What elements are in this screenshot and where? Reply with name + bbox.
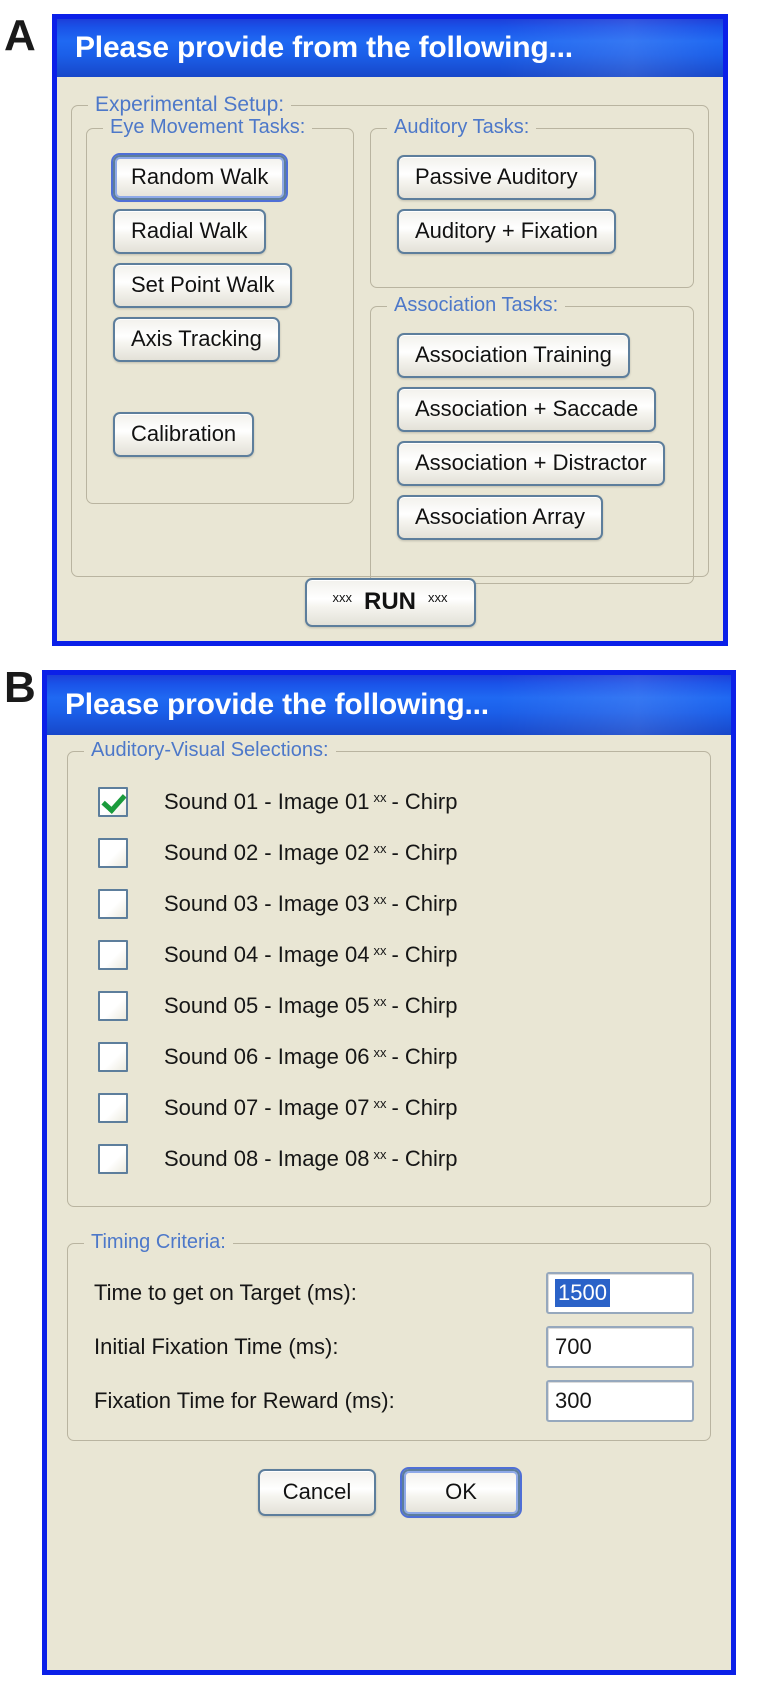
list-item-label: Sound 07 - Image 07 xx - Chirp: [164, 1094, 458, 1120]
eye-movement-column: Eye Movement Tasks: Random Walk Radial W…: [86, 116, 354, 584]
auditory-association-column: Auditory Tasks: Passive Auditory Auditor…: [370, 116, 694, 584]
checkbox-sound-08[interactable]: [98, 1143, 128, 1174]
list-item[interactable]: Sound 03 - Image 03 xx - Chirp: [68, 878, 710, 929]
checkbox-sound-03[interactable]: [98, 888, 128, 919]
time-to-target-input[interactable]: 1500: [546, 1272, 694, 1314]
dialog-a-title: Please provide from the following...: [75, 31, 573, 64]
row-association-distractor: Association + Distractor: [371, 441, 693, 486]
row-set-point-walk: Set Point Walk: [87, 263, 353, 308]
reward-fixation-input[interactable]: 300: [546, 1380, 694, 1422]
list-item[interactable]: Sound 08 - Image 08 xx - Chirp: [68, 1133, 710, 1184]
run-prefix: xxx: [332, 590, 353, 605]
group-auditory-tasks: Auditory Tasks: Passive Auditory Auditor…: [370, 116, 694, 288]
calibration-button[interactable]: Calibration: [113, 412, 255, 457]
initial-fixation-input[interactable]: 700: [546, 1326, 694, 1368]
group-experimental-setup-legend: Experimental Setup:: [88, 93, 292, 117]
set-point-walk-button[interactable]: Set Point Walk: [113, 263, 293, 308]
panel-label-b: B: [4, 663, 36, 712]
checkbox-sound-01[interactable]: [98, 786, 128, 817]
timing-row-initial-fixation: Initial Fixation Time (ms): 700: [68, 1320, 710, 1374]
time-to-target-label: Time to get on Target (ms):: [94, 1280, 357, 1305]
timing-row-reward-fixation: Fixation Time for Reward (ms): 300: [68, 1374, 710, 1428]
list-item-label: Sound 03 - Image 03 xx - Chirp: [164, 890, 458, 916]
run-suffix: xxx: [428, 590, 448, 605]
list-item-label: Sound 04 - Image 04 xx - Chirp: [164, 941, 458, 967]
list-item[interactable]: Sound 04 - Image 04 xx - Chirp: [68, 929, 710, 980]
list-item-label: Sound 06 - Image 06 xx - Chirp: [164, 1043, 458, 1069]
radial-walk-button[interactable]: Radial Walk: [113, 209, 266, 254]
association-training-button[interactable]: Association Training: [397, 333, 630, 378]
row-axis-tracking: Axis Tracking: [87, 317, 353, 362]
axis-tracking-button[interactable]: Axis Tracking: [113, 317, 280, 362]
association-plus-distractor-button[interactable]: Association + Distractor: [397, 441, 665, 486]
list-item[interactable]: Sound 07 - Image 07 xx - Chirp: [68, 1082, 710, 1133]
checkbox-sound-06[interactable]: [98, 1041, 128, 1072]
dialog-b-footer: Cancel OK: [67, 1469, 711, 1516]
initial-fixation-value: 700: [555, 1334, 592, 1359]
group-selections-legend: Auditory-Visual Selections:: [84, 739, 336, 762]
timing-row-target: Time to get on Target (ms): 1500: [68, 1266, 710, 1320]
list-item-label: Sound 08 - Image 08 xx - Chirp: [164, 1145, 458, 1171]
dialog-a-body: Experimental Setup: Eye Movement Tasks: …: [57, 77, 723, 641]
group-association-tasks: Association Tasks: Association Training …: [370, 294, 694, 584]
row-association-training: Association Training: [371, 333, 693, 378]
cancel-button[interactable]: Cancel: [258, 1469, 376, 1516]
setup-columns: Eye Movement Tasks: Random Walk Radial W…: [72, 106, 708, 584]
list-item[interactable]: Sound 02 - Image 02 xx - Chirp: [68, 827, 710, 878]
panel-label-a: A: [4, 11, 36, 60]
association-array-button[interactable]: Association Array: [397, 495, 603, 540]
row-calibration: Calibration: [87, 412, 353, 457]
group-timing-legend: Timing Criteria:: [84, 1231, 233, 1254]
group-auditory-legend: Auditory Tasks:: [387, 116, 537, 139]
checkbox-sound-04[interactable]: [98, 939, 128, 970]
ok-button[interactable]: OK: [402, 1469, 520, 1516]
reward-fixation-value: 300: [555, 1388, 592, 1413]
passive-auditory-button[interactable]: Passive Auditory: [397, 155, 596, 200]
list-item-label: Sound 02 - Image 02 xx - Chirp: [164, 839, 458, 865]
auditory-plus-fixation-button[interactable]: Auditory + Fixation: [397, 209, 616, 254]
list-item-label: Sound 01 - Image 01 xx - Chirp: [164, 788, 458, 814]
run-label: RUN: [364, 588, 416, 615]
list-item[interactable]: Sound 06 - Image 06 xx - Chirp: [68, 1031, 710, 1082]
row-auditory-fixation: Auditory + Fixation: [371, 209, 693, 254]
reward-fixation-label: Fixation Time for Reward (ms):: [94, 1388, 395, 1413]
row-association-saccade: Association + Saccade: [371, 387, 693, 432]
row-random-walk: Random Walk: [87, 155, 353, 200]
group-eye-movement-legend: Eye Movement Tasks:: [103, 116, 313, 139]
random-walk-button[interactable]: Random Walk: [113, 155, 287, 200]
dialog-experimental-setup: Please provide from the following... Exp…: [52, 14, 728, 646]
dialog-trial-parameters: Please provide the following... Auditory…: [42, 670, 736, 1675]
dialog-a-titlebar: Please provide from the following...: [57, 19, 723, 77]
group-experimental-setup: Experimental Setup: Eye Movement Tasks: …: [71, 93, 709, 584]
group-eye-movement-tasks: Eye Movement Tasks: Random Walk Radial W…: [86, 116, 354, 504]
checkbox-sound-02[interactable]: [98, 837, 128, 868]
association-plus-saccade-button[interactable]: Association + Saccade: [397, 387, 657, 432]
initial-fixation-label: Initial Fixation Time (ms):: [94, 1334, 339, 1359]
group-association-legend: Association Tasks:: [387, 294, 566, 317]
group-auditory-visual-selections: Auditory-Visual Selections: Sound 01 - I…: [67, 739, 711, 1207]
list-item[interactable]: Sound 01 - Image 01 xx - Chirp: [68, 776, 710, 827]
time-to-target-value: 1500: [555, 1279, 610, 1307]
checkbox-sound-07[interactable]: [98, 1092, 128, 1123]
group-timing-criteria: Timing Criteria: Time to get on Target (…: [67, 1231, 711, 1441]
list-item[interactable]: Sound 05 - Image 05 xx - Chirp: [68, 980, 710, 1031]
dialog-b-title: Please provide the following...: [65, 688, 489, 721]
dialog-b-titlebar: Please provide the following...: [47, 675, 731, 735]
row-radial-walk: Radial Walk: [87, 209, 353, 254]
run-row: xxx RUN xxx: [57, 578, 723, 627]
row-association-array: Association Array: [371, 495, 693, 540]
row-passive-auditory: Passive Auditory: [371, 155, 693, 200]
dialog-b-body: Auditory-Visual Selections: Sound 01 - I…: [47, 735, 731, 1670]
checkbox-sound-05[interactable]: [98, 990, 128, 1021]
run-button[interactable]: xxx RUN xxx: [304, 578, 476, 627]
list-item-label: Sound 05 - Image 05 xx - Chirp: [164, 992, 458, 1018]
